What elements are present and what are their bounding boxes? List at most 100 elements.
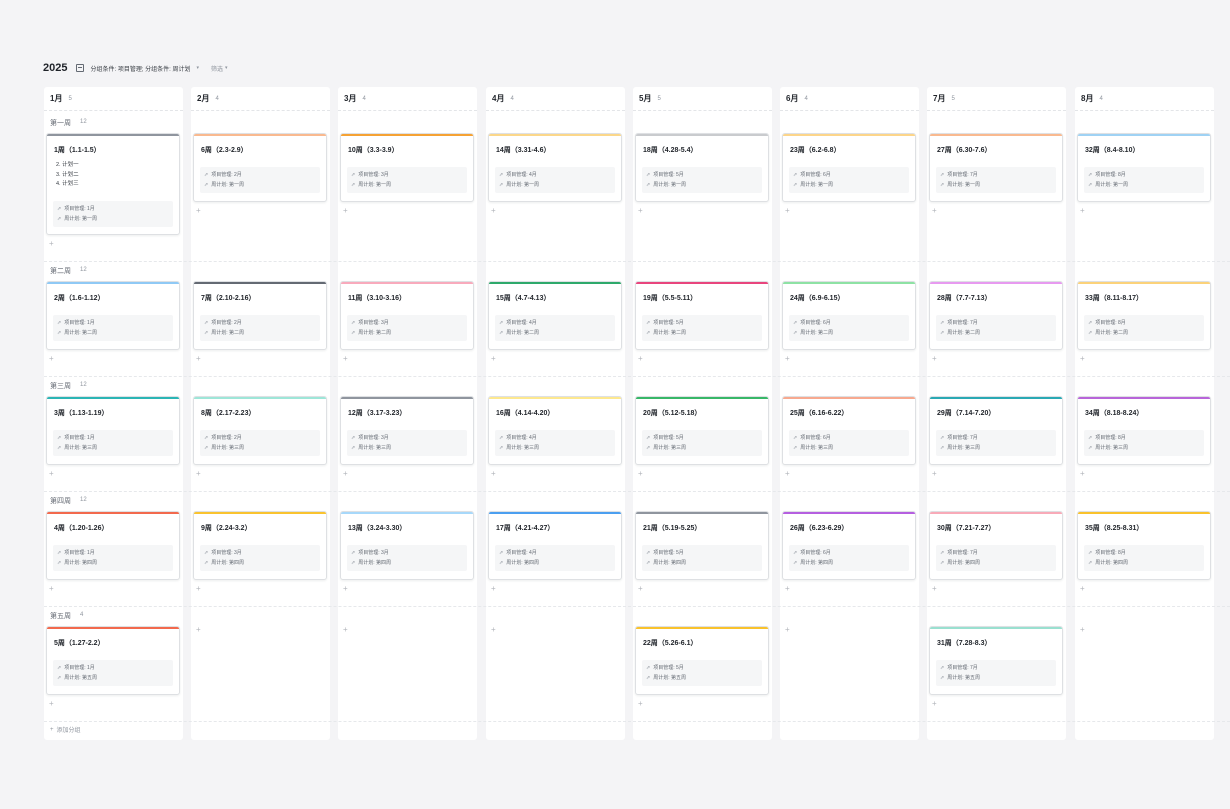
record-card[interactable]: 2周（1.6-1.12） ⇗ 项目管理: 1月 ⇗ 周计划: 第二周 bbox=[46, 281, 180, 350]
record-card[interactable]: 7周（2.10-2.16） ⇗ 项目管理: 2月 ⇗ 周计划: 第二周 bbox=[193, 281, 327, 350]
record-card[interactable]: 32周（8.4-8.10） ⇗ 项目管理: 8月 ⇗ 周计划: 第一周 bbox=[1077, 133, 1211, 202]
record-card[interactable]: 24周（6.9-6.15） ⇗ 项目管理: 6月 ⇗ 周计划: 第二周 bbox=[782, 281, 916, 350]
add-record-plus-icon[interactable]: + bbox=[1080, 626, 1085, 634]
field-value: 项目管理: 1月 bbox=[64, 206, 95, 212]
record-card[interactable]: 9周（2.24-3.2） ⇗ 项目管理: 3月 ⇗ 周计划: 第四周 bbox=[193, 511, 327, 580]
record-card[interactable]: 18周（4.28-5.4） ⇗ 项目管理: 5月 ⇗ 周计划: 第一周 bbox=[635, 133, 769, 202]
add-record-plus-icon[interactable]: + bbox=[491, 470, 496, 478]
group-icon[interactable] bbox=[76, 64, 85, 72]
record-card[interactable]: 34周（8.18-8.24） ⇗ 项目管理: 8月 ⇗ 周计划: 第三周 bbox=[1077, 396, 1211, 465]
record-card[interactable]: 22周（5.26-6.1） ⇗ 项目管理: 5月 ⇗ 周计划: 第五周 bbox=[635, 626, 769, 695]
record-card[interactable]: 20周（5.12-5.18） ⇗ 项目管理: 5月 ⇗ 周计划: 第三周 bbox=[635, 396, 769, 465]
add-record-plus-icon[interactable]: + bbox=[343, 207, 348, 215]
add-record-plus-icon[interactable]: + bbox=[491, 626, 496, 634]
record-card[interactable]: 21周（5.19-5.25） ⇗ 项目管理: 5月 ⇗ 周计划: 第四周 bbox=[635, 511, 769, 580]
add-record-plus-icon[interactable]: + bbox=[932, 700, 937, 708]
weekplan-field: ⇗ 周计划: 第一周 bbox=[940, 180, 1052, 190]
column-header[interactable]: 5月 5 bbox=[633, 87, 772, 111]
record-card[interactable]: 35周（8.25-8.31） ⇗ 项目管理: 8月 ⇗ 周计划: 第四周 bbox=[1077, 511, 1211, 580]
column-header[interactable]: 3月 4 bbox=[338, 87, 477, 111]
add-record-plus-icon[interactable]: + bbox=[785, 470, 790, 478]
add-record-plus-icon[interactable]: + bbox=[196, 207, 201, 215]
record-card[interactable]: 12周（3.17-3.23） ⇗ 项目管理: 3月 ⇗ 周计划: 第三周 bbox=[340, 396, 474, 465]
group-conditions-button[interactable]: 分组条件: 项目管理; 分组条件: 周计划 bbox=[90, 64, 190, 73]
chevron-down-icon[interactable]: ▾ bbox=[197, 65, 200, 71]
record-card[interactable]: 26周（6.23-6.29） ⇗ 项目管理: 6月 ⇗ 周计划: 第四周 bbox=[782, 511, 916, 580]
add-record-plus-icon[interactable]: + bbox=[785, 626, 790, 634]
add-record-plus-icon[interactable]: + bbox=[1080, 470, 1085, 478]
column-header[interactable]: 6月 4 bbox=[780, 87, 919, 111]
add-record-plus-icon[interactable]: + bbox=[491, 585, 496, 593]
record-card[interactable]: 5周（1.27-2.2） ⇗ 项目管理: 1月 ⇗ 周计划: 第五周 bbox=[46, 626, 180, 695]
add-record-plus-icon[interactable]: + bbox=[638, 470, 643, 478]
record-card[interactable]: 11周（3.10-3.16） ⇗ 项目管理: 3月 ⇗ 周计划: 第二周 bbox=[340, 281, 474, 350]
record-card[interactable]: 29周（7.14-7.20） ⇗ 项目管理: 7月 ⇗ 周计划: 第三周 bbox=[929, 396, 1063, 465]
record-card[interactable]: 27周（6.30-7.6） ⇗ 项目管理: 7月 ⇗ 周计划: 第一周 bbox=[929, 133, 1063, 202]
add-record-plus-icon[interactable]: + bbox=[49, 700, 54, 708]
add-record-plus-icon[interactable]: + bbox=[785, 355, 790, 363]
record-card[interactable]: 23周（6.2-6.8） ⇗ 项目管理: 6月 ⇗ 周计划: 第一周 bbox=[782, 133, 916, 202]
record-card[interactable]: 30周（7.21-7.27） ⇗ 项目管理: 7月 ⇗ 周计划: 第四周 bbox=[929, 511, 1063, 580]
record-card[interactable]: 16周（4.14-4.20） ⇗ 项目管理: 4月 ⇗ 周计划: 第三周 bbox=[488, 396, 622, 465]
add-record-plus-icon[interactable]: + bbox=[932, 355, 937, 363]
add-record-plus-icon[interactable]: + bbox=[49, 585, 54, 593]
add-record-plus-icon[interactable]: + bbox=[196, 585, 201, 593]
record-card[interactable]: 17周（4.21-4.27） ⇗ 项目管理: 4月 ⇗ 周计划: 第四周 bbox=[488, 511, 622, 580]
add-record-plus-icon[interactable]: + bbox=[932, 585, 937, 593]
record-card[interactable]: 28周（7.7-7.13） ⇗ 项目管理: 7月 ⇗ 周计划: 第二周 bbox=[929, 281, 1063, 350]
record-card[interactable]: 25周（6.16-6.22） ⇗ 项目管理: 6月 ⇗ 周计划: 第三周 bbox=[782, 396, 916, 465]
column-header[interactable]: 2月 4 bbox=[191, 87, 330, 111]
card-color-bar bbox=[47, 512, 179, 514]
add-record-plus-icon[interactable]: + bbox=[491, 355, 496, 363]
add-record-plus-icon[interactable]: + bbox=[49, 240, 54, 248]
group-row-label[interactable]: 第五周 4 bbox=[50, 611, 83, 621]
filter-button[interactable]: 筛选 ▾ bbox=[211, 64, 228, 73]
record-card[interactable]: 3周（1.13-1.19） ⇗ 项目管理: 1月 ⇗ 周计划: 第三周 bbox=[46, 396, 180, 465]
add-record-plus-icon[interactable]: + bbox=[343, 585, 348, 593]
record-card[interactable]: 13周（3.24-3.30） ⇗ 项目管理: 3月 ⇗ 周计划: 第四周 bbox=[340, 511, 474, 580]
add-record-plus-icon[interactable]: + bbox=[1080, 585, 1085, 593]
add-record-plus-icon[interactable]: + bbox=[49, 355, 54, 363]
add-record-plus-icon[interactable]: + bbox=[1080, 355, 1085, 363]
group-row-label[interactable]: 第二周 12 bbox=[50, 266, 87, 276]
record-card[interactable]: 4周（1.20-1.26） ⇗ 项目管理: 1月 ⇗ 周计划: 第四周 bbox=[46, 511, 180, 580]
add-record-plus-icon[interactable]: + bbox=[343, 626, 348, 634]
record-card[interactable]: 1周（1.1-1.5） 2. 计划一 3. 计划二 4. 计划三 ⇗ 项目管理: 1月 ⇗ 周… bbox=[46, 133, 180, 235]
add-record-plus-icon[interactable]: + bbox=[785, 585, 790, 593]
group-row-label[interactable]: 第三周 12 bbox=[50, 381, 87, 391]
add-record-plus-icon[interactable]: + bbox=[343, 470, 348, 478]
add-record-plus-icon[interactable]: + bbox=[49, 470, 54, 478]
column-header[interactable]: 4月 4 bbox=[486, 87, 625, 111]
record-card[interactable]: 8周（2.17-2.23） ⇗ 项目管理: 2月 ⇗ 周计划: 第三周 bbox=[193, 396, 327, 465]
add-record-plus-icon[interactable]: + bbox=[491, 207, 496, 215]
project-field: ⇗ 项目管理: 6月 bbox=[793, 170, 905, 180]
record-card[interactable]: 31周（7.28-8.3） ⇗ 项目管理: 7月 ⇗ 周计划: 第五周 bbox=[929, 626, 1063, 695]
add-record-plus-icon[interactable]: + bbox=[343, 355, 348, 363]
add-record-plus-icon[interactable]: + bbox=[932, 207, 937, 215]
card-title: 30周（7.21-7.27） bbox=[937, 525, 996, 532]
record-card[interactable]: 15周（4.7-4.13） ⇗ 项目管理: 4月 ⇗ 周计划: 第二周 bbox=[488, 281, 622, 350]
add-record-plus-icon[interactable]: + bbox=[196, 355, 201, 363]
record-card[interactable]: 14周（3.31-4.6） ⇗ 项目管理: 4月 ⇗ 周计划: 第一周 bbox=[488, 133, 622, 202]
group-row-label[interactable]: 第一周 12 bbox=[50, 118, 87, 128]
add-record-plus-icon[interactable]: + bbox=[932, 470, 937, 478]
link-icon: ⇗ bbox=[57, 330, 62, 336]
column-header[interactable]: 8月 4 bbox=[1075, 87, 1214, 111]
add-record-plus-icon[interactable]: + bbox=[638, 700, 643, 708]
add-record-plus-icon[interactable]: + bbox=[638, 585, 643, 593]
add-record-plus-icon[interactable]: + bbox=[196, 470, 201, 478]
add-group-button[interactable]: + 添加分组 bbox=[50, 725, 81, 735]
add-record-plus-icon[interactable]: + bbox=[638, 207, 643, 215]
record-card[interactable]: 33周（8.11-8.17） ⇗ 项目管理: 8月 ⇗ 周计划: 第二周 bbox=[1077, 281, 1211, 350]
add-record-plus-icon[interactable]: + bbox=[1080, 207, 1085, 215]
add-record-plus-icon[interactable]: + bbox=[785, 207, 790, 215]
add-record-plus-icon[interactable]: + bbox=[196, 626, 201, 634]
record-card[interactable]: 19周（5.5-5.11） ⇗ 项目管理: 5月 ⇗ 周计划: 第二周 bbox=[635, 281, 769, 350]
add-record-plus-icon[interactable]: + bbox=[638, 355, 643, 363]
column-header[interactable]: 7月 5 bbox=[927, 87, 1066, 111]
record-card[interactable]: 10周（3.3-3.9） ⇗ 项目管理: 3月 ⇗ 周计划: 第一周 bbox=[340, 133, 474, 202]
record-card[interactable]: 6周（2.3-2.9） ⇗ 项目管理: 2月 ⇗ 周计划: 第一周 bbox=[193, 133, 327, 202]
group-row-label[interactable]: 第四周 12 bbox=[50, 496, 87, 506]
column-header[interactable]: 1月 5 bbox=[44, 87, 183, 111]
project-field: ⇗ 项目管理: 2月 bbox=[204, 433, 316, 443]
